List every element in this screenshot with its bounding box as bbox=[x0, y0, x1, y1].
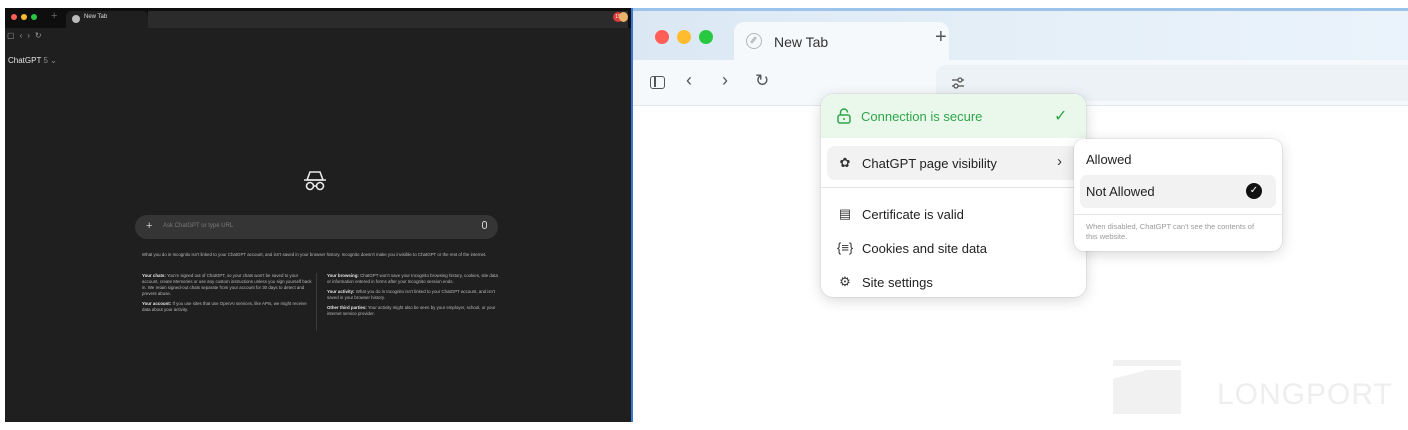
tab-favicon-icon bbox=[72, 15, 80, 23]
certificate-icon: ▤ bbox=[838, 206, 852, 221]
chevron-right-icon: › bbox=[1057, 153, 1062, 170]
menu-divider bbox=[821, 187, 1086, 188]
watermark-logo bbox=[1113, 360, 1181, 366]
tab-strip-empty bbox=[148, 11, 628, 28]
minimize-window-button[interactable] bbox=[21, 14, 27, 20]
model-version: 5 bbox=[43, 56, 48, 65]
maximize-window-button[interactable] bbox=[699, 30, 713, 44]
incognito-browser-window: + New Tab 19 ▢‹›↻ ChatGPT 5 ⌄ + Ask Chat… bbox=[5, 8, 631, 422]
menu-item-label: ChatGPT page visibility bbox=[862, 156, 997, 171]
option-not-allowed-label[interactable]: Not Allowed bbox=[1086, 184, 1155, 199]
openai-icon: ✿ bbox=[839, 155, 851, 170]
forward-icon[interactable]: › bbox=[27, 31, 35, 40]
watermark-text: LONGPORT bbox=[1217, 378, 1393, 411]
new-tab-button[interactable]: + bbox=[935, 26, 947, 49]
info-column-left: Your chats: You're signed out of ChatGPT… bbox=[142, 273, 314, 314]
sidebar-icon[interactable]: ▢ bbox=[7, 31, 20, 40]
compass-icon bbox=[746, 33, 762, 49]
option-allowed[interactable]: Allowed bbox=[1086, 152, 1132, 167]
tab-new-tab[interactable]: New Tab bbox=[66, 11, 148, 28]
avatar[interactable] bbox=[619, 12, 628, 22]
reload-icon[interactable]: ↻ bbox=[755, 71, 769, 91]
sidebar-icon[interactable] bbox=[650, 76, 665, 89]
maximize-window-button[interactable] bbox=[31, 14, 37, 20]
browser-window: New Tab + ‹ › ↻ LONGPORT Connection is s… bbox=[633, 8, 1408, 422]
menu-item-label: Cookies and site data bbox=[862, 241, 988, 256]
tab-new-tab[interactable]: New Tab bbox=[734, 22, 949, 64]
visibility-submenu: Allowed Not Allowed ✓ When disabled, Cha… bbox=[1074, 139, 1282, 251]
connection-secure-label: Connection is secure bbox=[861, 109, 983, 124]
cookies-item[interactable]: {≡} Cookies and site data bbox=[821, 231, 1086, 265]
tab-strip: New Tab + bbox=[633, 8, 1408, 64]
model-selector[interactable]: ChatGPT 5 ⌄ bbox=[8, 56, 57, 65]
forward-icon[interactable]: › bbox=[722, 70, 728, 91]
submenu-divider bbox=[1074, 214, 1282, 215]
info-paragraph: Your account: If you use sites that use … bbox=[142, 301, 307, 313]
incognito-icon bbox=[304, 171, 326, 191]
close-window-button[interactable] bbox=[655, 30, 669, 44]
site-controls-icon[interactable] bbox=[950, 75, 966, 91]
menu-item-label: Site settings bbox=[862, 275, 933, 290]
navigation-controls: ▢‹›↻ bbox=[7, 31, 47, 40]
column-divider bbox=[316, 273, 317, 331]
model-name: ChatGPT bbox=[8, 56, 42, 65]
gear-icon: ⚙ bbox=[839, 274, 851, 289]
prompt-input[interactable]: + Ask ChatGPT or type URL bbox=[135, 215, 498, 239]
close-window-button[interactable] bbox=[11, 14, 17, 20]
lock-icon bbox=[837, 108, 851, 124]
tab-title: New Tab bbox=[84, 14, 108, 20]
new-tab-button[interactable]: + bbox=[51, 10, 57, 22]
info-paragraph: Your chats: You're signed out of ChatGPT… bbox=[142, 273, 312, 297]
selected-check-icon: ✓ bbox=[1246, 183, 1262, 199]
incognito-intro: What you do in Incognito isn't linked to… bbox=[142, 252, 487, 257]
info-column-right: Your browsing: ChatGPT won't save your I… bbox=[327, 273, 499, 318]
site-settings-item[interactable]: ⚙ Site settings bbox=[821, 265, 1086, 297]
add-attachment-icon[interactable]: + bbox=[146, 220, 152, 232]
minimize-window-button[interactable] bbox=[677, 30, 691, 44]
certificate-item[interactable]: ▤ Certificate is valid bbox=[821, 197, 1086, 231]
page-visibility-item[interactable]: ✿ ChatGPT page visibility › bbox=[827, 146, 1080, 180]
tab-strip: + New Tab 19 bbox=[5, 8, 631, 28]
prompt-placeholder: Ask ChatGPT or type URL bbox=[163, 223, 234, 229]
info-paragraph: Other third parties: Your activity might… bbox=[327, 305, 496, 317]
checkmark-icon: ✓ bbox=[1054, 108, 1068, 125]
tab-title: New Tab bbox=[774, 34, 829, 50]
info-paragraph: Your activity: What you do in Incognito … bbox=[327, 289, 495, 301]
reload-icon[interactable]: ↻ bbox=[35, 31, 47, 40]
watermark-logo bbox=[1113, 370, 1181, 414]
chevron-down-icon: ⌄ bbox=[50, 56, 57, 65]
visibility-note: When disabled, ChatGPT can't see the con… bbox=[1086, 222, 1255, 241]
info-paragraph: Your browsing: ChatGPT won't save your I… bbox=[327, 273, 498, 285]
back-icon[interactable]: ‹ bbox=[686, 70, 692, 91]
menu-item-label: Certificate is valid bbox=[862, 207, 964, 222]
site-info-popup: Connection is secure ✓ ✿ ChatGPT page vi… bbox=[821, 94, 1086, 297]
connection-secure-row[interactable]: Connection is secure ✓ bbox=[821, 94, 1086, 138]
microphone-icon[interactable] bbox=[482, 221, 487, 229]
cookies-icon: {≡} bbox=[837, 240, 854, 255]
